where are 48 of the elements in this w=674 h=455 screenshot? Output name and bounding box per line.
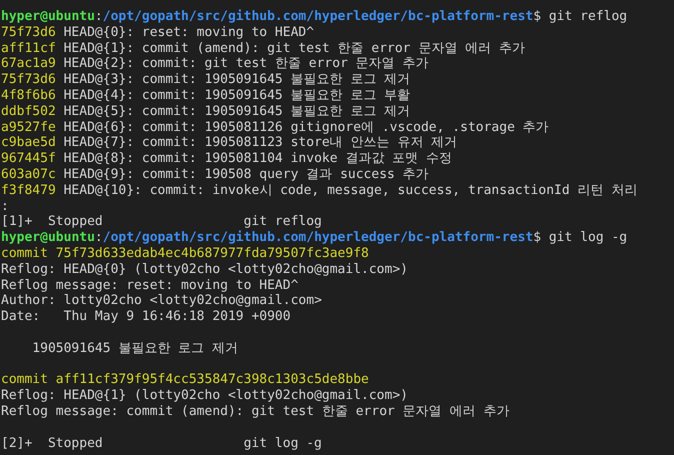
commit-hash: 4f8f6b6 <box>1 88 56 104</box>
job-status: Stopped <box>48 214 104 230</box>
commit-hash: a9527fe <box>1 120 56 136</box>
output-line: Reflog: HEAD@{0} (lotty02cho <lotty02cho@gmail.com>) <box>1 262 408 278</box>
prompt-symbol: $ <box>533 230 542 246</box>
reflog-entry: HEAD@{2}: commit: git test 한줄 error 문자열 추가 <box>64 56 429 72</box>
output-line: Reflog message: commit (amend): git test 한줄 error 문자열 에러 추가 <box>1 404 510 420</box>
commit-hash: 603a07c <box>1 166 56 183</box>
output-line: Date: Thu May 9 16:46:18 2019 +0900 <box>1 309 291 325</box>
commit-line: commit 75f73d633edab4ec4b687977fda79507fc3ae9f8 <box>1 246 369 262</box>
reflog-entry: HEAD@{6}: commit: 1905081126 gitignore에 .vscode, .storage 추가 <box>64 120 549 136</box>
prompt-separator: : <box>94 9 103 25</box>
commit-hash: 75f73d6 <box>1 72 56 88</box>
commit-hash: ddbf502 <box>1 104 56 120</box>
commit-message: 1905091645 불필요한 로그 제거 <box>32 340 238 357</box>
output-line: Reflog message: reset: moving to HEAD^ <box>1 278 298 294</box>
commit-line: commit aff11cf379f95f4cc535847c398c1303c5de8bbe <box>1 372 369 388</box>
job-number: [2]+ <box>1 436 34 452</box>
reflog-entry: HEAD@{7}: commit: 1905081123 store내 안쓰는 유저 제거 <box>64 135 458 152</box>
prompt-path: /opt/gopath/src/github.com/hyperledger/bc-platform-rest <box>102 230 534 246</box>
commit-hash: 967445f <box>1 151 56 167</box>
reflog-entry: HEAD@{3}: commit: 1905091645 불필요한 로그 제거 <box>64 72 410 88</box>
reflog-entry: HEAD@{9}: commit: 190508 query 결과 success 추가 <box>64 166 429 183</box>
prompt-symbol: $ <box>533 9 542 25</box>
job-command: git log -g <box>244 436 322 452</box>
output-line: : <box>1 198 9 214</box>
reflog-entry: HEAD@{8}: commit: 1905081104 invoke 결과값 포맷 수정 <box>64 151 452 167</box>
reflog-entry: HEAD@{10}: commit: invoke시 code, message, success, transactionId 리턴 처리 <box>64 182 638 199</box>
prompt-user-host: hyper@ubuntu <box>1 9 95 25</box>
prompt-path: /opt/gopath/src/github.com/hyperledger/bc-platform-rest <box>102 9 534 25</box>
reflog-entry: HEAD@{4}: commit: 1905091645 불필요한 로그 부활 <box>64 88 410 104</box>
commit-hash: aff11cf <box>1 40 56 56</box>
job-command: git reflog <box>244 214 322 230</box>
commit-hash: f3f8479 <box>1 182 56 199</box>
commit-hash: 75f73d6 <box>1 24 56 41</box>
output-line: Author: lotty02cho <lotty02cho@gmail.com> <box>1 293 322 310</box>
commit-hash: 67ac1a9 <box>1 56 56 72</box>
command-text: git reflog <box>548 9 628 25</box>
prompt-user-host: hyper@ubuntu <box>1 230 95 246</box>
reflog-entry: HEAD@{5}: commit: 1905091645 불필요한 로그 제거 <box>64 104 410 120</box>
output-line: Reflog: HEAD@{1} (lotty02cho <lotty02cho@gmail.com>) <box>1 388 408 404</box>
job-status: Stopped <box>48 436 104 452</box>
commit-hash: c9bae5d <box>1 135 56 152</box>
reflog-entry: HEAD@{0}: reset: moving to HEAD^ <box>64 24 314 41</box>
job-number: [1]+ <box>1 214 34 230</box>
reflog-entry: HEAD@{1}: commit (amend): git test 한줄 error 문자열 에러 추가 <box>64 40 525 56</box>
command-text: git log -g <box>548 230 628 246</box>
prompt-separator: : <box>94 230 103 246</box>
